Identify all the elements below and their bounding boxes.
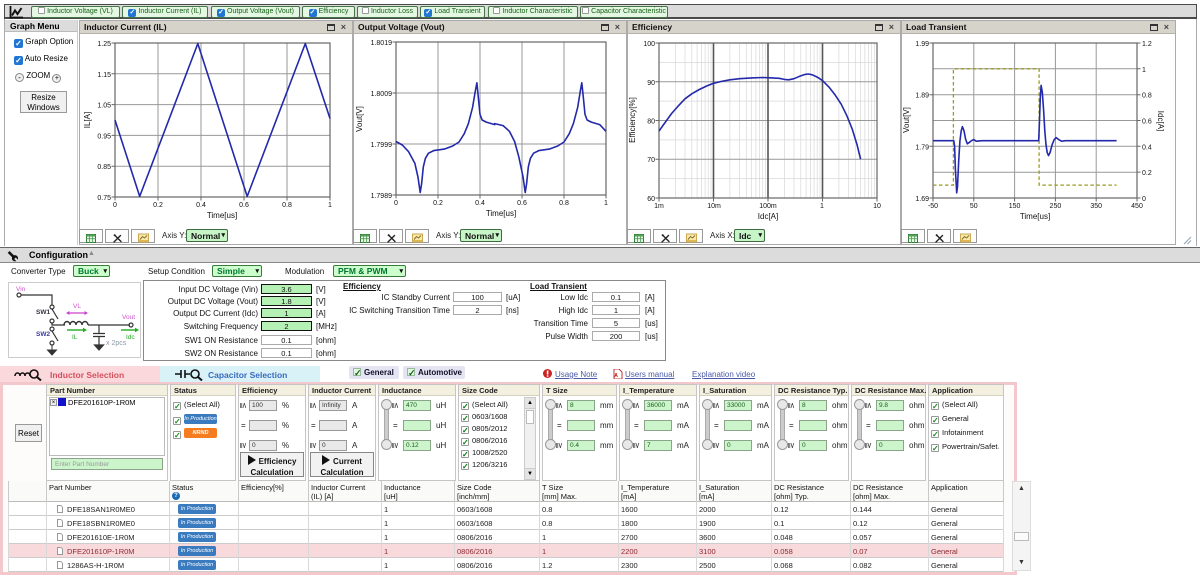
svg-text:Time[us]: Time[us] [1020,212,1050,221]
svg-text:1.8019: 1.8019 [371,40,393,47]
svg-text:0.8: 0.8 [559,200,569,207]
svg-text:Idc[A]: Idc[A] [758,212,778,221]
svg-text:0.8: 0.8 [1142,93,1152,100]
svg-text:0.6: 0.6 [239,202,249,209]
svg-text:0: 0 [113,202,117,209]
svg-text:1.2: 1.2 [1142,41,1152,48]
svg-text:80: 80 [647,119,655,126]
svg-text:0.95: 0.95 [97,133,111,140]
svg-text:100m: 100m [759,203,777,210]
svg-text:100: 100 [643,41,655,48]
svg-text:0.6: 0.6 [1142,119,1152,126]
svg-text:0.2: 0.2 [1142,170,1152,177]
svg-text:450: 450 [1131,203,1143,210]
svg-text:1.99: 1.99 [915,41,929,48]
svg-text:IL[A]: IL[A] [83,112,92,128]
svg-text:10: 10 [873,203,881,210]
svg-text:0.8: 0.8 [282,202,292,209]
svg-text:0: 0 [394,200,398,207]
svg-text:1.79: 1.79 [915,144,929,151]
svg-text:1m: 1m [654,203,664,210]
svg-text:350: 350 [1090,203,1102,210]
svg-text:0.4: 0.4 [196,202,206,209]
svg-text:1.8009: 1.8009 [371,91,393,98]
svg-text:0.75: 0.75 [97,195,111,202]
svg-text:0.4: 0.4 [1142,144,1152,151]
svg-text:0.6: 0.6 [517,200,527,207]
svg-text:1: 1 [328,202,332,209]
svg-text:50: 50 [970,203,978,210]
svg-text:1: 1 [604,200,608,207]
svg-text:1.25: 1.25 [97,41,111,48]
svg-text:90: 90 [647,80,655,87]
svg-text:1.7989: 1.7989 [371,193,393,200]
svg-text:1.7999: 1.7999 [371,142,393,149]
svg-text:Vin: Vin [16,286,26,293]
svg-text:1.69: 1.69 [915,196,929,203]
svg-text:1: 1 [820,203,824,210]
svg-text:0: 0 [1142,196,1146,203]
svg-text:1.89: 1.89 [915,93,929,100]
svg-text:Vout[V]: Vout[V] [902,107,911,133]
svg-text:1.05: 1.05 [97,103,111,110]
svg-text:0.85: 0.85 [97,164,111,171]
svg-text:1: 1 [1142,67,1146,74]
svg-text:250: 250 [1050,203,1062,210]
svg-text:SW1: SW1 [36,309,50,316]
svg-text:-50: -50 [928,203,938,210]
svg-text:10m: 10m [707,203,721,210]
svg-text:0.2: 0.2 [433,200,443,207]
svg-text:SW2: SW2 [36,331,50,338]
svg-text:60: 60 [647,196,655,203]
svg-text:IL: IL [72,334,78,341]
svg-text:Efficiency[%]: Efficiency[%] [628,97,637,143]
svg-text:VL: VL [73,303,81,310]
svg-text:1.15: 1.15 [97,72,111,79]
svg-text:A: A [614,373,618,379]
svg-text:Idc[A]: Idc[A] [1156,111,1165,131]
svg-text:0.4: 0.4 [475,200,485,207]
svg-text:70: 70 [647,157,655,164]
svg-text:Time[us]: Time[us] [486,209,516,218]
svg-text:Vout[V]: Vout[V] [355,106,364,132]
svg-text:0.2: 0.2 [153,202,163,209]
svg-text:Time[us]: Time[us] [207,211,237,220]
svg-text:150: 150 [1009,203,1021,210]
